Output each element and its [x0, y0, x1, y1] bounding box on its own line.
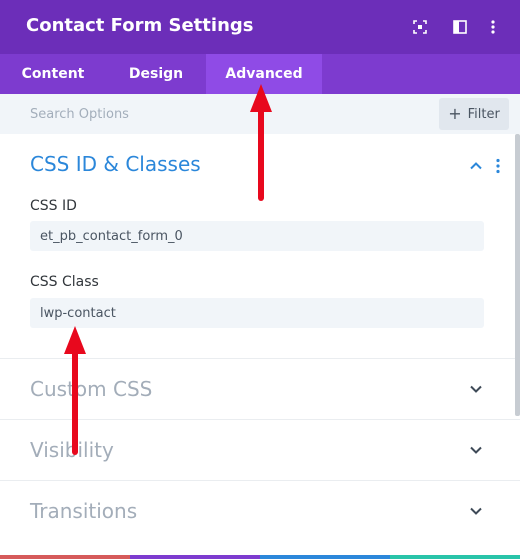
section-divider — [0, 358, 520, 359]
chevron-down-icon[interactable] — [468, 442, 484, 458]
modal-title: Contact Form Settings — [26, 15, 254, 36]
footer-segment — [260, 555, 390, 559]
tab-bar: Content Design Advanced — [0, 54, 520, 94]
footer-segment — [130, 555, 260, 559]
chevron-down-icon[interactable] — [468, 503, 484, 519]
tab-advanced[interactable]: Advanced — [206, 54, 322, 94]
css-id-label: CSS ID — [30, 198, 77, 214]
focus-icon[interactable] — [410, 17, 430, 37]
section-divider — [0, 419, 520, 420]
plus-icon: + — [448, 104, 462, 123]
footer-segment — [390, 555, 520, 559]
scrollbar[interactable] — [515, 134, 520, 416]
tab-design[interactable]: Design — [106, 54, 206, 94]
footer-color-strip — [0, 555, 520, 559]
chevron-up-icon[interactable] — [468, 158, 484, 174]
more-vertical-icon[interactable] — [483, 17, 503, 37]
filter-button[interactable]: + Filter — [439, 98, 509, 130]
filter-label: Filter — [467, 106, 500, 122]
css-id-field[interactable] — [30, 221, 484, 251]
more-vertical-icon[interactable] — [494, 158, 502, 174]
search-bar: + Filter — [0, 94, 520, 134]
section-title-css-id-classes[interactable]: CSS ID & Classes — [30, 151, 201, 177]
section-divider — [0, 480, 520, 481]
footer-segment — [0, 555, 130, 559]
chevron-down-icon[interactable] — [468, 381, 484, 397]
tab-content[interactable]: Content — [0, 54, 106, 94]
section-title-custom-css[interactable]: Custom CSS — [30, 376, 152, 402]
css-class-label: CSS Class — [30, 274, 99, 290]
split-view-icon[interactable] — [450, 17, 470, 37]
search-input[interactable] — [30, 104, 410, 124]
section-title-visibility[interactable]: Visibility — [30, 437, 114, 463]
section-title-transitions[interactable]: Transitions — [30, 498, 137, 524]
settings-header: Contact Form Settings — [0, 0, 520, 54]
css-class-field[interactable] — [30, 298, 484, 328]
